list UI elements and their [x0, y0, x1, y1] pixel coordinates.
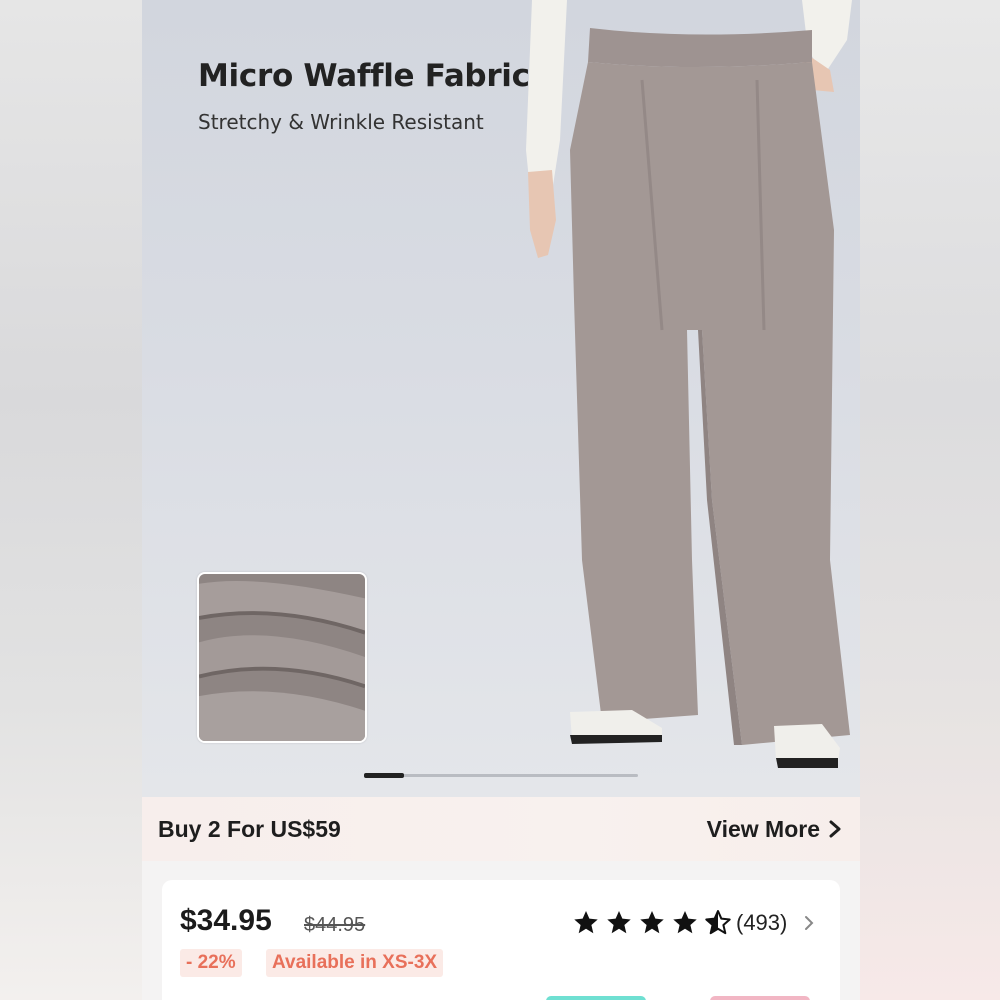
- view-more-link[interactable]: View More: [707, 816, 842, 843]
- star-full-icon: [574, 911, 598, 934]
- rating-summary[interactable]: (493): [572, 909, 815, 936]
- product-info-card: $34.95 $44.95 - 22% Available in XS-3X (…: [162, 880, 840, 1000]
- star-rating: [572, 909, 732, 936]
- promo-banner[interactable]: Buy 2 For US$59 View More: [142, 797, 860, 861]
- original-price: $44.95: [304, 914, 366, 936]
- carousel-progress-track: [364, 774, 638, 777]
- star-full-icon: [673, 911, 697, 934]
- product-photo: [526, 0, 852, 768]
- product-page: Micro Waffle Fabric Stretchy & Wrinkle R…: [142, 0, 860, 1000]
- carousel-progress-indicator: [364, 773, 404, 778]
- chevron-right-icon: [829, 820, 841, 838]
- chevron-right-icon: [805, 915, 814, 930]
- star-full-icon: [640, 911, 664, 934]
- current-price: $34.95: [180, 904, 272, 937]
- view-more-label: View More: [706, 815, 820, 842]
- partial-button-teal[interactable]: [546, 996, 646, 1000]
- star-half-icon: [705, 910, 731, 935]
- product-image-carousel[interactable]: Micro Waffle Fabric Stretchy & Wrinkle R…: [142, 0, 860, 797]
- partial-button-pink[interactable]: [710, 996, 810, 1000]
- background-blur-left: [0, 0, 142, 1000]
- discount-badge: - 22%: [180, 949, 242, 977]
- promo-text: Buy 2 For US$59: [158, 815, 341, 842]
- background-blur-right: [860, 0, 1000, 1000]
- hero-subtitle: Stretchy & Wrinkle Resistant: [198, 110, 484, 134]
- hero-title: Micro Waffle Fabric: [198, 58, 530, 94]
- star-full-icon: [607, 911, 631, 934]
- fabric-texture: [199, 574, 365, 741]
- review-count: (493): [736, 909, 788, 935]
- fabric-swatch-image[interactable]: [197, 572, 367, 743]
- size-availability-badge: Available in XS-3X: [266, 949, 444, 977]
